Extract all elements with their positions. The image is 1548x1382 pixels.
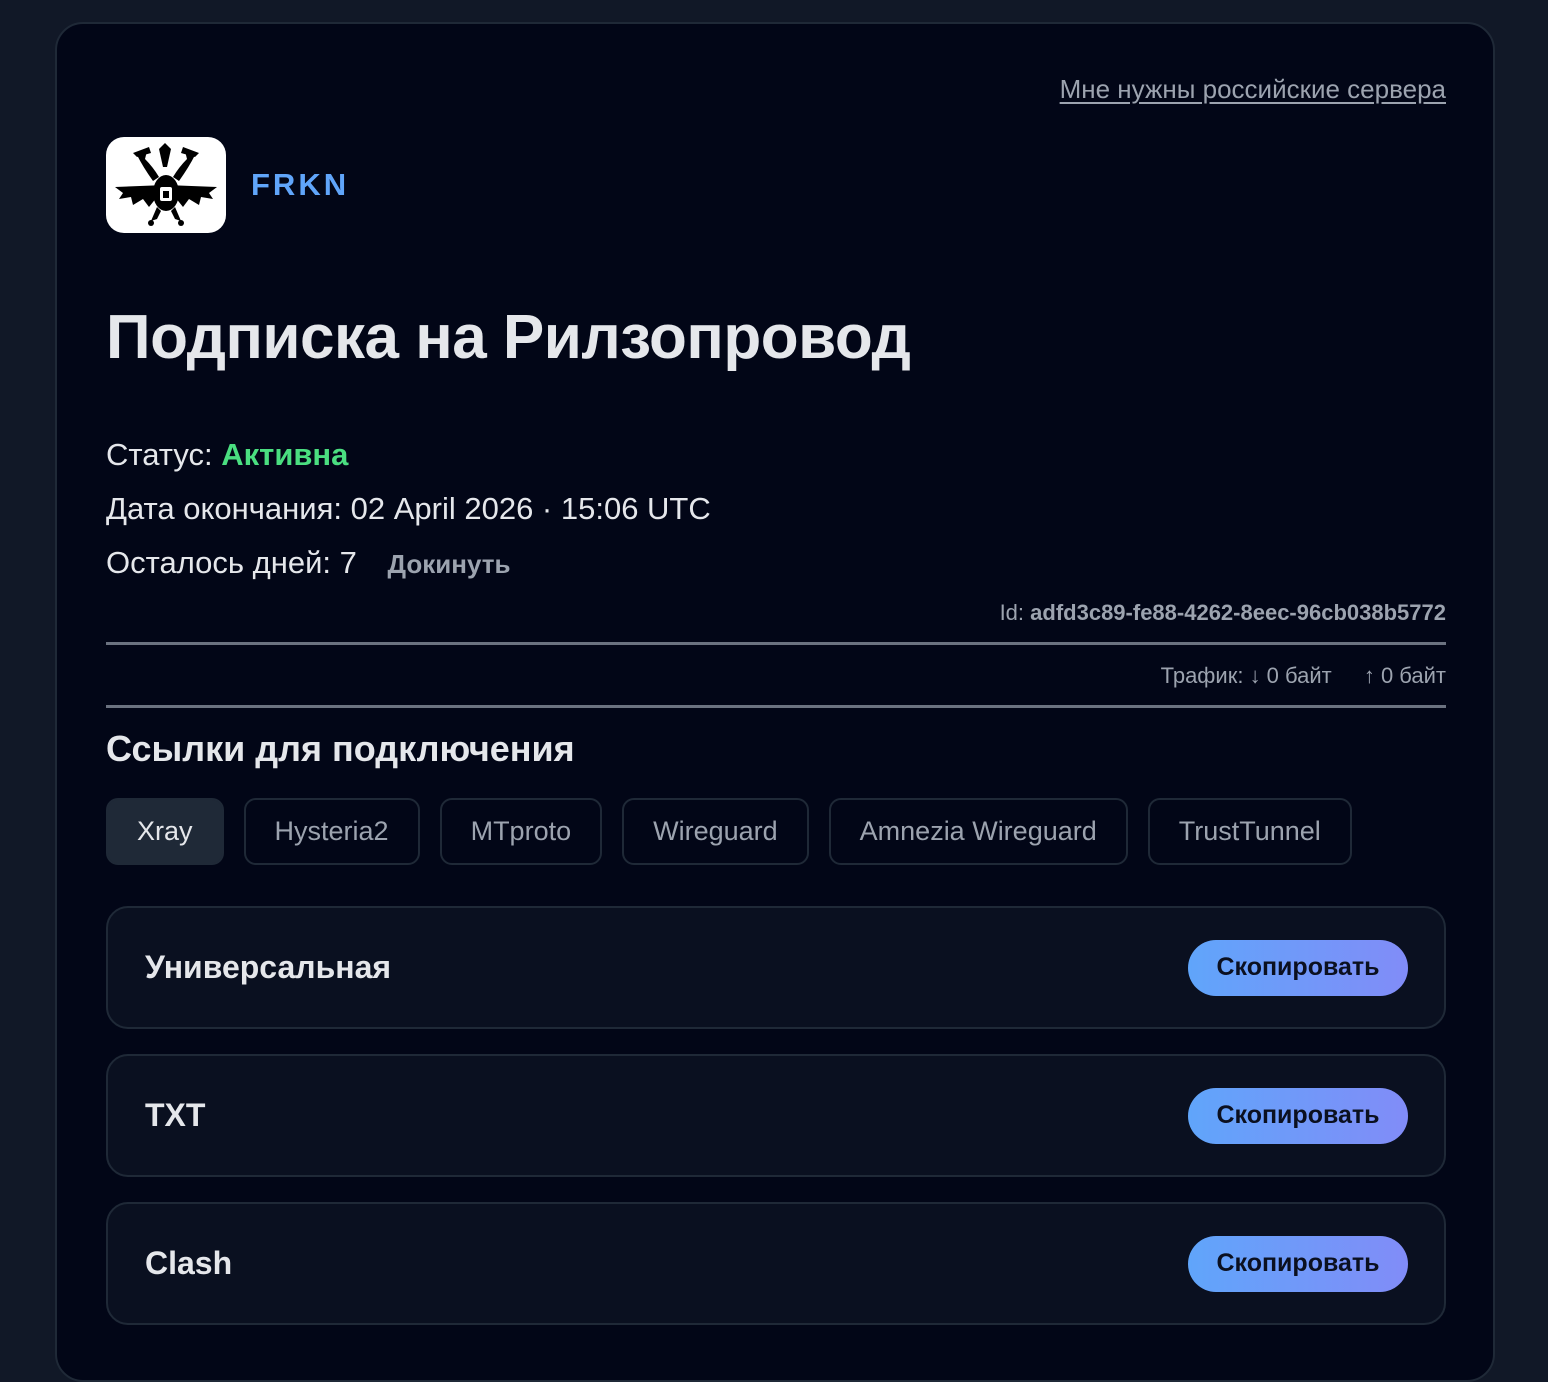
days-left-label: Осталось дней: [106, 545, 332, 580]
end-date-value: 02 April 2026 · 15:06 UTC [350, 491, 711, 526]
link-name: Clash [145, 1245, 233, 1281]
status-line: Статус: Активна [106, 437, 348, 473]
russian-servers-link[interactable]: Мне нужны российские сервера [1060, 74, 1446, 105]
subscription-card: Мне нужны российские сервера FRKN Подпис… [55, 22, 1495, 1382]
tab-mtproto[interactable]: MTproto [439, 798, 603, 865]
copy-button[interactable]: Скопировать [1188, 1087, 1408, 1144]
traffic-info: Трафик: ↓ 0 байт ↑ 0 байт [1161, 663, 1446, 689]
topup-button[interactable]: Докинуть [388, 549, 511, 579]
link-name: Универсальная [145, 949, 392, 985]
protocol-tabs: Xray Hysteria2 MTproto Wireguard Amnezia… [106, 798, 1352, 865]
brand-name: FRKN [251, 167, 350, 202]
bat-dragon-logo-icon [106, 137, 226, 233]
tab-hysteria2[interactable]: Hysteria2 [243, 798, 420, 865]
divider [106, 642, 1446, 645]
tab-amnezia-wireguard[interactable]: Amnezia Wireguard [828, 798, 1128, 865]
link-item-universal: Универсальная Скопировать [106, 906, 1446, 1029]
divider [106, 705, 1446, 708]
tab-trusttunnel[interactable]: TrustTunnel [1147, 798, 1352, 865]
page-title: Подписка на Рилзопровод [106, 303, 911, 372]
days-left-value: 7 [339, 545, 357, 580]
end-date-label: Дата окончания: [106, 491, 342, 526]
status-badge: Активна [221, 437, 349, 472]
links-section-title: Ссылки для подключения [106, 728, 575, 769]
tab-wireguard[interactable]: Wireguard [622, 798, 809, 865]
card-content: Мне нужны российские сервера FRKN Подпис… [106, 24, 1446, 1380]
traffic-down: ↓ 0 байт [1249, 663, 1332, 688]
copy-button[interactable]: Скопировать [1188, 939, 1408, 996]
logo-graphic [115, 143, 217, 226]
subscription-id: Id: adfd3c89-fe88-4262-8eec-96cb038b5772 [1000, 600, 1446, 626]
brand: FRKN [106, 137, 349, 233]
tab-xray[interactable]: Xray [106, 798, 224, 865]
end-date-line: Дата окончания: 02 April 2026 · 15:06 UT… [106, 491, 711, 527]
id-value: adfd3c89-fe88-4262-8eec-96cb038b5772 [1030, 600, 1446, 625]
status-label: Статус: [106, 437, 213, 472]
days-left-line: Осталось дней: 7 Докинуть [106, 545, 510, 581]
traffic-label: Трафик: [1160, 663, 1244, 688]
copy-button[interactable]: Скопировать [1188, 1235, 1408, 1292]
link-item-txt: TXT Скопировать [106, 1054, 1446, 1177]
link-item-clash: Clash Скопировать [106, 1202, 1446, 1325]
id-label: Id: [999, 600, 1025, 625]
link-name: TXT [145, 1097, 206, 1133]
traffic-up: ↑ 0 байт [1363, 663, 1446, 688]
